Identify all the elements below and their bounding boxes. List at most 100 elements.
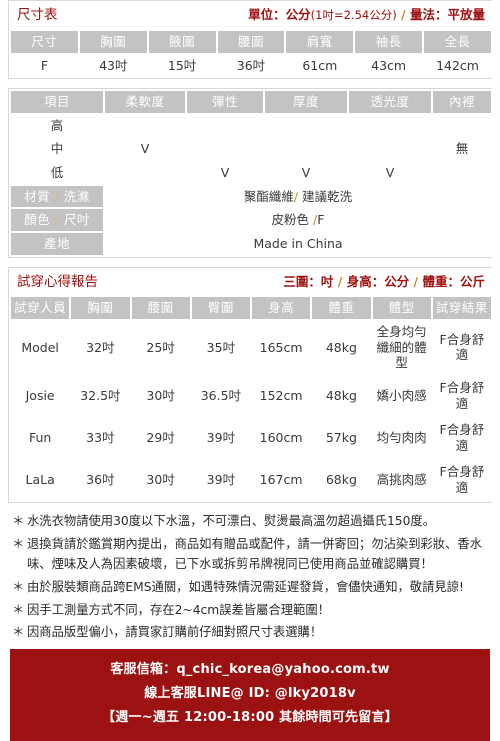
- fabric-level-high: 高: [11, 114, 103, 137]
- size-col-header-length: 全長: [424, 30, 491, 53]
- size-table-title: 尺寸表: [17, 7, 58, 23]
- table-row: Fun 33吋 29吋 39吋 160cm 57kg 均勻肉肉 F合身舒適: [11, 417, 491, 458]
- fabric-mark-mid-thickness: [265, 138, 347, 160]
- tryon-cell-bodytype: 高挑肉感: [372, 459, 431, 500]
- tryon-cell-person: Josie: [11, 375, 70, 416]
- fabric-mark-high-elasticity: [187, 114, 263, 137]
- fabric-level-low: 低: [11, 162, 103, 184]
- tryon-table-titlebar: 試穿心得報告 三圍：吋 / 身高：公分 / 體重：公斤: [11, 269, 491, 296]
- table-row: 材質 / 洗滌 聚酯纖維/ 建議乾洗: [11, 185, 491, 208]
- size-col-header-size: 尺寸: [11, 30, 78, 53]
- tryon-cell-bodytype: 均勻肉肉: [372, 417, 431, 458]
- tryon-cell-result: F合身舒適: [432, 417, 491, 458]
- unit-note-main: 單位：公分: [248, 7, 311, 22]
- size-cell-bust: 43吋: [79, 54, 147, 77]
- fabric-info-label-color: 顏色 / 尺吋: [11, 209, 103, 231]
- tryon-table-unit-note: 三圍：吋 / 身高：公分 / 體重：公斤: [283, 274, 485, 290]
- fabric-col-header-softness: 柔軟度: [105, 91, 185, 113]
- fabric-mark-low-softness: [105, 162, 185, 184]
- tryon-col-header-height: 身高: [252, 297, 311, 319]
- value-part-a: 皮粉色: [271, 212, 314, 228]
- unit-note-sep2: /: [409, 273, 423, 289]
- tryon-cell-weight: 57kg: [312, 417, 371, 458]
- fabric-level-mid: 中: [11, 138, 103, 160]
- size-col-header-armhole: 腋圍: [148, 30, 216, 53]
- tryon-cell-height: 160cm: [252, 417, 311, 458]
- tryon-cell-waist: 29吋: [131, 417, 190, 458]
- fabric-mark-mid-elasticity: [187, 138, 263, 160]
- label-part-a: 顏色: [24, 212, 51, 228]
- fabric-col-header-thickness: 厚度: [265, 91, 347, 113]
- customer-service-banner: 客服信箱：q_chic_korea@yahoo.com.tw 線上客服LINE@…: [10, 649, 490, 741]
- fabric-info-value-origin: Made in China: [105, 232, 491, 255]
- size-table-titlebar: 尺寸表 單位：公分(1吋=2.54公分) / 量法：平放量: [11, 3, 491, 29]
- fabric-col-header-item: 項目: [11, 91, 103, 113]
- tryon-cell-height: 152cm: [252, 375, 311, 416]
- notes-list: ＊ 水洗衣物請使用30度以下水溫，不可漂白、熨燙最高溫勿超過攝氏150度。 ＊ …: [12, 512, 490, 643]
- size-table-unit-note: 單位：公分(1吋=2.54公分) / 量法：平放量: [248, 7, 485, 23]
- tryon-table-title-row: 試穿心得報告 三圍：吋 / 身高：公分 / 體重：公斤: [11, 269, 491, 296]
- asterisk-icon: ＊: [12, 536, 25, 551]
- tryon-cell-hip: 39吋: [191, 417, 250, 458]
- table-row: 顏色 / 尺吋 皮粉色 /F: [11, 209, 491, 231]
- note-text: 因手工測量方式不同，存在2~4cm誤差皆屬合理範圍！: [27, 602, 330, 617]
- table-row: Josie 32.5吋 30吋 36.5吋 152cm 48kg 嬌小肉感 F合…: [11, 375, 491, 416]
- asterisk-icon: ＊: [12, 625, 25, 640]
- fabric-mark-mid-softness: V: [105, 138, 185, 160]
- table-row: 中 V: [11, 138, 491, 160]
- tryon-cell-weight: 48kg: [312, 321, 371, 374]
- fabric-col-header-elasticity: 彈性: [187, 91, 263, 113]
- size-cell-waist: 36吋: [217, 54, 285, 77]
- size-col-header-bust: 胸圍: [79, 30, 147, 53]
- unit-note-sep1: /: [333, 273, 347, 289]
- unit-note-a: 三圍：吋: [283, 273, 334, 289]
- tryon-table-title: 試穿心得報告: [17, 273, 98, 290]
- note-text: 退換貨請於鑑賞期內提出，商品如有贈品或配件，請一併寄回；勿沾染到彩妝、香水味、煙…: [27, 536, 482, 571]
- size-col-header-shoulder: 肩寬: [286, 30, 354, 53]
- list-item: ＊ 水洗衣物請使用30度以下水溫，不可漂白、熨燙最高溫勿超過攝氏150度。: [12, 512, 490, 532]
- tryon-cell-bust: 32吋: [71, 321, 130, 374]
- table-row: F 43吋 15吋 36吋 61cm 43cm 142cm: [11, 54, 491, 77]
- fabric-info-value-color: 皮粉色 /F: [105, 209, 491, 231]
- fabric-mark-low-transparency: V: [349, 162, 431, 184]
- tryon-cell-bodytype: 嬌小肉感: [372, 375, 431, 416]
- fabric-mark-mid-transparency: [349, 138, 431, 160]
- tryon-cell-bust: 32.5吋: [71, 375, 130, 416]
- value-part-a: 聚酯纖維: [243, 188, 294, 204]
- tryon-cell-waist: 30吋: [131, 375, 190, 416]
- tryon-cell-bodytype: 全身均勻纖細的體型: [372, 321, 431, 374]
- size-table-header-row: 尺寸 胸圍 腋圍 腰圍 肩寬 袖長 全長: [11, 30, 491, 53]
- label-sep: /: [50, 188, 64, 204]
- tryon-col-header-hip: 臀圍: [191, 297, 250, 319]
- size-cell-size: F: [11, 54, 78, 77]
- service-email-line[interactable]: 客服信箱：q_chic_korea@yahoo.com.tw: [14, 658, 486, 682]
- fabric-lining-value: 無: [433, 114, 491, 184]
- size-cell-armhole: 15吋: [148, 54, 216, 77]
- tryon-cell-height: 167cm: [252, 459, 311, 500]
- unit-note-sep: /: [396, 7, 410, 22]
- tryon-cell-hip: 35吋: [191, 321, 250, 374]
- tryon-table-header-row: 試穿人員 胸圍 腰圍 臀圍 身高 體重 體型 試穿結果: [11, 297, 491, 319]
- tryon-cell-height: 165cm: [252, 321, 311, 374]
- fabric-info-label-origin: 產地: [11, 232, 103, 255]
- fabric-table-header-row: 項目 柔軟度 彈性 厚度 透光度 內裡: [11, 91, 491, 113]
- size-cell-shoulder: 61cm: [286, 54, 354, 77]
- tryon-cell-bust: 33吋: [71, 417, 130, 458]
- tryon-cell-waist: 30吋: [131, 459, 190, 500]
- fabric-info-value-material: 聚酯纖維/ 建議乾洗: [105, 185, 491, 208]
- service-line-id-line[interactable]: 線上客服LINE@ ID: @lky2018v: [14, 682, 486, 706]
- note-text: 因商品版型偏小，請買家訂購前仔細對照尺寸表選購！: [27, 625, 323, 640]
- label-part-b: 洗滌: [63, 188, 90, 204]
- unit-note-b: 身高：公分: [346, 273, 410, 289]
- size-table-wrapper: 尺寸表 單位：公分(1吋=2.54公分) / 量法：平放量 尺寸 胸圍 腋圍 腰…: [8, 0, 493, 80]
- size-table-title-row: 尺寸表 單位：公分(1吋=2.54公分) / 量法：平放量: [11, 3, 491, 29]
- label-part-a: 材質: [24, 188, 51, 204]
- tryon-cell-hip: 36.5吋: [191, 375, 250, 416]
- list-item: ＊ 由於服裝類商品跨EMS通關，如遇特殊情況需延遲發貨，會儘快通知，敬請見諒!: [12, 578, 490, 598]
- fabric-col-header-lining: 內裡: [433, 91, 491, 113]
- tryon-cell-result: F合身舒適: [432, 375, 491, 416]
- tryon-col-header-bodytype: 體型: [372, 297, 431, 319]
- list-item: ＊ 退換貨請於鑑賞期內提出，商品如有贈品或配件，請一併寄回；勿沾染到彩妝、香水味…: [12, 535, 490, 575]
- tryon-col-header-person: 試穿人員: [11, 297, 70, 319]
- size-cell-sleeve: 43cm: [355, 54, 423, 77]
